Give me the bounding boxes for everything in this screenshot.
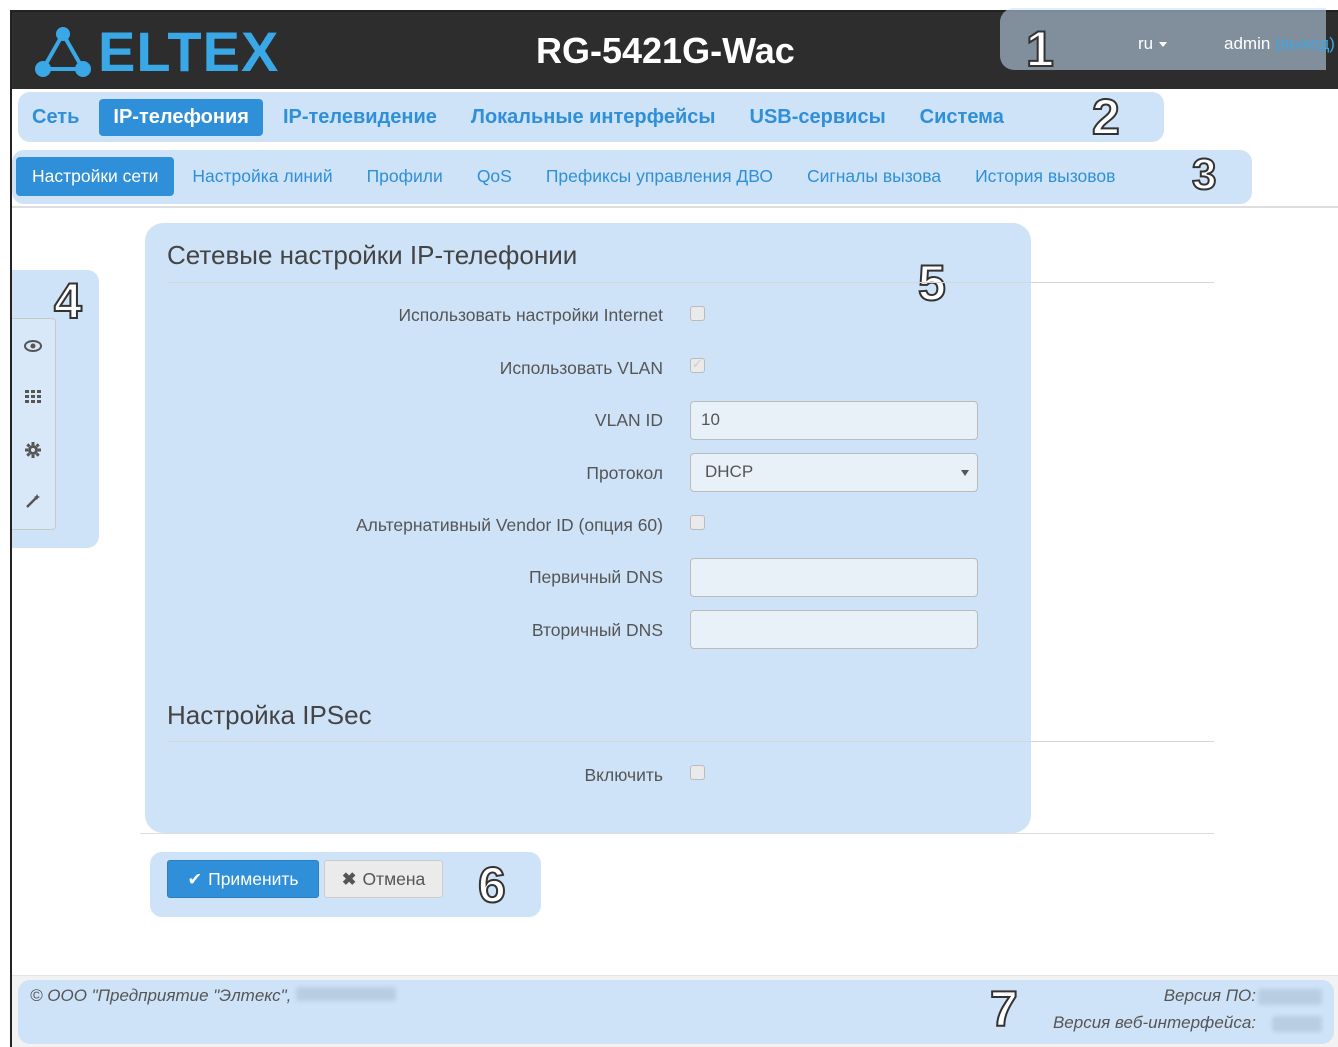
logout-link[interactable]: (выход) [1275, 34, 1335, 53]
use-internet-checkbox[interactable] [690, 306, 705, 321]
subnav-line-settings[interactable]: Настройка линий [176, 157, 348, 196]
close-icon: ✖ [341, 868, 357, 889]
subnav-service-prefixes[interactable]: Префиксы управления ДВО [530, 157, 789, 196]
callout-2: 2 [1091, 88, 1121, 146]
language-dropdown[interactable]: ru [1138, 34, 1168, 54]
section-title-network: Сетевые настройки IP-телефонии [167, 240, 578, 270]
caret-down-icon [1159, 42, 1168, 48]
web-version-redacted [1272, 1016, 1322, 1032]
language-label: ru [1138, 34, 1154, 53]
username: admin [1224, 34, 1271, 53]
cancel-label: Отмена [362, 868, 426, 889]
ipsec-enable-checkbox[interactable] [690, 765, 705, 780]
callout-6: 6 [477, 856, 507, 914]
section-divider [167, 282, 1214, 283]
callout-1: 1 [1025, 20, 1055, 78]
apply-label: Применить [208, 868, 299, 889]
vlan-id-label: VLAN ID [594, 410, 663, 430]
check-icon: ✔ [187, 868, 203, 889]
protocol-value: DHCP [705, 462, 754, 481]
wand-icon[interactable] [14, 482, 52, 520]
protocol-label: Протокол [586, 463, 663, 483]
subnav-call-signals[interactable]: Сигналы вызова [791, 157, 957, 196]
main-nav-system[interactable]: Система [906, 99, 1018, 136]
main-nav-local-interfaces[interactable]: Локальные интерфейсы [457, 99, 730, 136]
web-version-label: Версия веб-интерфейса: [1052, 1013, 1256, 1032]
subnav-network-settings[interactable]: Настройки сети [16, 157, 175, 196]
eltex-logo[interactable]: ELTEX [34, 24, 279, 80]
callout-3: 3 [1191, 149, 1218, 200]
secondary-dns-label: Вторичный DNS [531, 620, 663, 640]
device-model-title: RG-5421G-Wac [536, 30, 795, 71]
subnav-profiles[interactable]: Профили [351, 157, 459, 196]
main-nav-ip-telephony[interactable]: IP-телефония [99, 99, 263, 136]
main-nav-ip-tv[interactable]: IP-телевидение [269, 99, 451, 136]
subnav-qos[interactable]: QoS [461, 157, 528, 196]
primary-dns-input[interactable] [690, 558, 978, 597]
fw-version-label: Версия ПО: [1163, 986, 1256, 1005]
apply-button[interactable]: ✔ Применить [167, 860, 319, 898]
gear-icon[interactable] [14, 431, 52, 469]
vendor-id-label: Альтернативный Vendor ID (опция 60) [355, 515, 663, 535]
main-navigation: Сеть IP-телефония IP-телевидение Локальн… [18, 92, 1164, 142]
form-bottom-divider [140, 833, 1214, 834]
logo-text: ELTEX [98, 20, 280, 83]
copyright-label: © ООО "Предприятие "Элтекс", [30, 986, 292, 1005]
copyright-text: © ООО "Предприятие "Элтекс", [30, 986, 397, 1006]
vlan-id-input[interactable]: 10 [690, 401, 978, 440]
cancel-button[interactable]: ✖ Отмена [324, 860, 443, 898]
main-nav-network[interactable]: Сеть [18, 99, 93, 136]
use-internet-label: Использовать настройки Internet [398, 305, 663, 325]
main-nav-usb-services[interactable]: USB-сервисы [736, 99, 900, 136]
nav-divider [12, 206, 1338, 208]
callout-4: 4 [53, 272, 83, 330]
user-info: admin (выход) [1224, 34, 1335, 54]
protocol-select[interactable]: DHCP [690, 453, 978, 492]
copyright-years-redacted [296, 987, 397, 1001]
eltex-logo-icon [35, 27, 91, 77]
secondary-dns-input[interactable] [690, 610, 978, 649]
eye-icon[interactable] [14, 327, 52, 365]
dropdown-arrow-icon [961, 470, 969, 476]
grid-icon[interactable] [14, 378, 52, 416]
callout-7: 7 [989, 980, 1019, 1038]
use-vlan-label: Использовать VLAN [499, 358, 663, 378]
vendor-id-checkbox[interactable] [690, 515, 705, 530]
sub-navigation: Настройки сети Настройка линий Профили Q… [12, 150, 1252, 204]
callout-5: 5 [917, 254, 947, 312]
fw-version-redacted [1258, 989, 1322, 1005]
section-divider [167, 741, 1214, 742]
section-title-ipsec: Настройка IPSec [167, 700, 372, 730]
ipsec-enable-label: Включить [584, 765, 663, 785]
subnav-call-history[interactable]: История вызовов [959, 157, 1131, 196]
primary-dns-label: Первичный DNS [528, 567, 663, 587]
use-vlan-checkbox[interactable] [690, 356, 705, 373]
